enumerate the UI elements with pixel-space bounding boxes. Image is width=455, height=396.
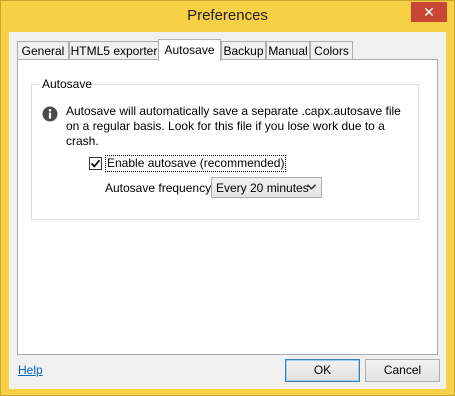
enable-autosave-checkbox[interactable] <box>89 157 102 170</box>
autosave-frequency-value: Every 20 minutes <box>216 181 309 195</box>
preferences-window: Preferences ✕ General HTML5 exporter Aut… <box>0 0 455 396</box>
autosave-group: Autosave Autosave will automatically sav… <box>31 77 419 220</box>
autosave-frequency-label: Autosave frequency: <box>105 181 215 195</box>
cancel-button[interactable]: Cancel <box>365 359 440 382</box>
tab-autosave[interactable]: Autosave <box>158 39 221 61</box>
enable-autosave-label[interactable]: Enable autosave (recommended) <box>105 155 287 172</box>
autosave-description: Autosave will automatically save a separ… <box>66 104 401 148</box>
title-bar[interactable]: Preferences ✕ <box>1 1 454 32</box>
autosave-frequency-select[interactable]: Every 20 minutes <box>211 177 322 198</box>
check-icon <box>90 159 101 168</box>
tab-backup[interactable]: Backup <box>221 41 266 60</box>
close-icon: ✕ <box>423 4 435 20</box>
close-button[interactable]: ✕ <box>411 2 447 22</box>
group-title: Autosave <box>40 77 95 91</box>
tab-general[interactable]: General <box>17 41 69 60</box>
window-title: Preferences <box>187 7 268 24</box>
info-icon <box>42 106 58 122</box>
tab-html5-exporter[interactable]: HTML5 exporter <box>69 41 159 60</box>
autosave-tab-panel: Autosave Autosave will automatically sav… <box>17 59 438 355</box>
tab-colors[interactable]: Colors <box>310 41 353 60</box>
help-link[interactable]: Help <box>18 363 43 377</box>
chevron-down-icon <box>307 184 316 190</box>
ok-button[interactable]: OK <box>285 359 360 382</box>
tab-manual[interactable]: Manual <box>266 41 310 60</box>
dialog-client: General HTML5 exporter Autosave Backup M… <box>9 32 446 389</box>
